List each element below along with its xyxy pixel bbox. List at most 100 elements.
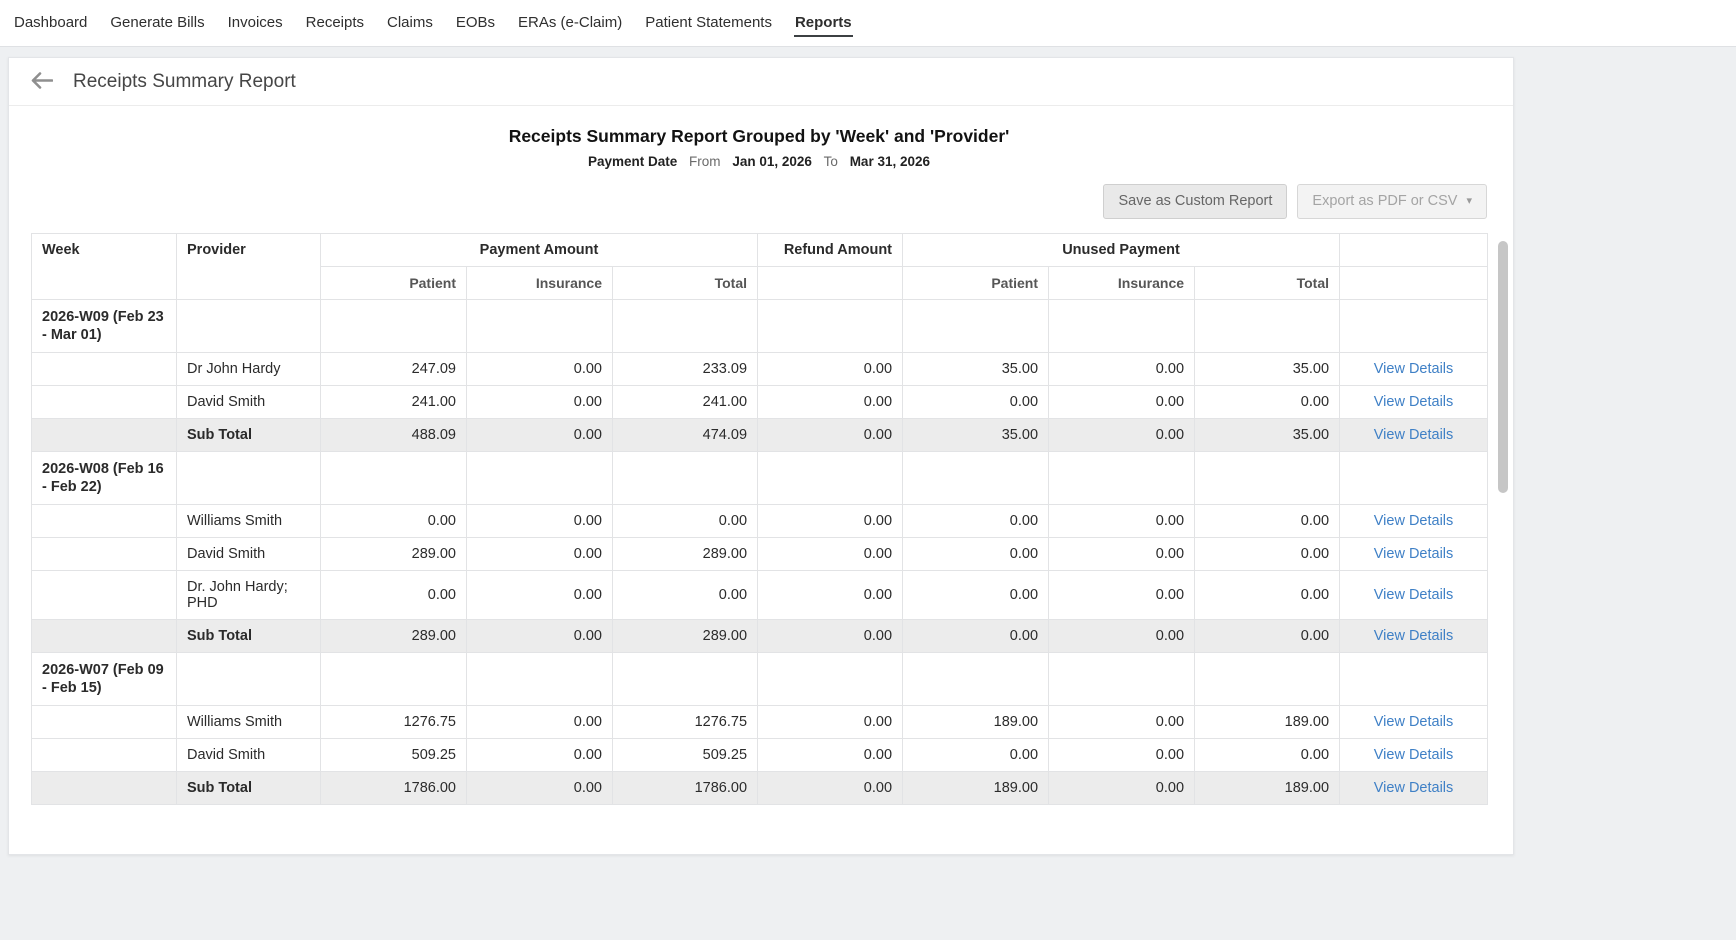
- unused-patient-amount: 35.00: [903, 352, 1049, 385]
- back-button[interactable]: [29, 70, 55, 94]
- payment-insurance-amount: 0.00: [467, 739, 613, 772]
- provider-row: David Smith241.000.00241.000.000.000.000…: [32, 385, 1488, 418]
- nav-item-reports[interactable]: Reports: [794, 9, 853, 37]
- group-empty-cell: [1195, 299, 1340, 352]
- provider-name: David Smith: [177, 739, 321, 772]
- report-body: Receipts Summary Report Grouped by 'Week…: [9, 106, 1489, 805]
- report-card: Receipts Summary Report Receipts Summary…: [8, 57, 1514, 855]
- nav-item-generate-bills[interactable]: Generate Bills: [109, 9, 205, 37]
- view-details-cell: View Details: [1340, 385, 1488, 418]
- week-empty-cell: [32, 772, 177, 805]
- group-empty-cell: [758, 653, 903, 706]
- provider-name: Dr. John Hardy; PHD: [177, 571, 321, 620]
- report-header-bar: Receipts Summary Report: [9, 58, 1513, 106]
- view-details-link[interactable]: View Details: [1374, 546, 1454, 562]
- payment-patient-amount: 247.09: [321, 352, 467, 385]
- payment-total-amount: 289.00: [613, 538, 758, 571]
- caret-down-icon: ▾: [1466, 195, 1472, 208]
- payment-total-amount: 474.09: [613, 418, 758, 451]
- nav-item-dashboard[interactable]: Dashboard: [13, 9, 88, 37]
- group-empty-cell: [321, 299, 467, 352]
- col-subheader-unused-total: Total: [1195, 266, 1340, 299]
- view-details-link[interactable]: View Details: [1374, 747, 1454, 763]
- col-header-week: Week: [32, 233, 177, 299]
- unused-patient-amount: 189.00: [903, 706, 1049, 739]
- col-subheader-actions-empty: [1340, 266, 1488, 299]
- nav-item-patient-statements[interactable]: Patient Statements: [644, 9, 773, 37]
- group-empty-cell: [1340, 653, 1488, 706]
- payment-total-amount: 1786.00: [613, 772, 758, 805]
- view-details-cell: View Details: [1340, 706, 1488, 739]
- provider-name: Williams Smith: [177, 706, 321, 739]
- refund-amount: 0.00: [758, 739, 903, 772]
- group-empty-cell: [1049, 653, 1195, 706]
- group-empty-cell: [1049, 299, 1195, 352]
- view-details-cell: View Details: [1340, 772, 1488, 805]
- save-as-custom-report-button[interactable]: Save as Custom Report: [1103, 184, 1287, 219]
- group-empty-cell: [177, 451, 321, 504]
- week-group-label: 2026-W08 (Feb 16 - Feb 22): [32, 451, 177, 504]
- payment-insurance-amount: 0.00: [467, 571, 613, 620]
- payment-patient-amount: 488.09: [321, 418, 467, 451]
- vertical-scrollbar-thumb[interactable]: [1498, 241, 1508, 493]
- col-header-unused-payment: Unused Payment: [903, 233, 1340, 266]
- view-details-cell: View Details: [1340, 418, 1488, 451]
- view-details-link[interactable]: View Details: [1374, 587, 1454, 603]
- provider-row: Dr John Hardy247.090.00233.090.0035.000.…: [32, 352, 1488, 385]
- subtotal-label: Sub Total: [177, 620, 321, 653]
- view-details-link[interactable]: View Details: [1374, 513, 1454, 529]
- provider-row: David Smith289.000.00289.000.000.000.000…: [32, 538, 1488, 571]
- view-details-link[interactable]: View Details: [1374, 628, 1454, 644]
- payment-insurance-amount: 0.00: [467, 706, 613, 739]
- nav-item-receipts[interactable]: Receipts: [305, 9, 365, 37]
- provider-name: Dr John Hardy: [177, 352, 321, 385]
- unused-insurance-amount: 0.00: [1049, 418, 1195, 451]
- view-details-link[interactable]: View Details: [1374, 714, 1454, 730]
- view-details-cell: View Details: [1340, 505, 1488, 538]
- nav-item-eobs[interactable]: EOBs: [455, 9, 496, 37]
- col-header-actions: [1340, 233, 1488, 266]
- unused-patient-amount: 189.00: [903, 772, 1049, 805]
- col-subheader-payment-patient: Patient: [321, 266, 467, 299]
- group-empty-cell: [613, 653, 758, 706]
- unused-total-amount: 189.00: [1195, 706, 1340, 739]
- provider-name: David Smith: [177, 538, 321, 571]
- from-date-value: Jan 01, 2026: [732, 154, 812, 169]
- provider-row: Williams Smith1276.750.001276.750.00189.…: [32, 706, 1488, 739]
- unused-patient-amount: 35.00: [903, 418, 1049, 451]
- refund-amount: 0.00: [758, 352, 903, 385]
- payment-total-amount: 0.00: [613, 505, 758, 538]
- view-details-link[interactable]: View Details: [1374, 394, 1454, 410]
- unused-insurance-amount: 0.00: [1049, 352, 1195, 385]
- report-title: Receipts Summary Report Grouped by 'Week…: [31, 126, 1487, 147]
- group-empty-cell: [903, 653, 1049, 706]
- payment-patient-amount: 241.00: [321, 385, 467, 418]
- report-date-filter: Payment Date From Jan 01, 2026 To Mar 31…: [31, 154, 1487, 169]
- view-details-link[interactable]: View Details: [1374, 361, 1454, 377]
- view-details-link[interactable]: View Details: [1374, 780, 1454, 796]
- unused-total-amount: 0.00: [1195, 505, 1340, 538]
- view-details-link[interactable]: View Details: [1374, 427, 1454, 443]
- export-pdf-csv-button[interactable]: Export as PDF or CSV ▾: [1297, 184, 1487, 219]
- unused-insurance-amount: 0.00: [1049, 620, 1195, 653]
- group-empty-cell: [613, 451, 758, 504]
- group-empty-cell: [467, 451, 613, 504]
- nav-item-invoices[interactable]: Invoices: [227, 9, 284, 37]
- payment-insurance-amount: 0.00: [467, 505, 613, 538]
- week-empty-cell: [32, 352, 177, 385]
- provider-name: David Smith: [177, 385, 321, 418]
- refund-amount: 0.00: [758, 418, 903, 451]
- week-group-row: 2026-W07 (Feb 09 - Feb 15): [32, 653, 1488, 706]
- unused-total-amount: 0.00: [1195, 571, 1340, 620]
- nav-item-eras-e-claim[interactable]: ERAs (e-Claim): [517, 9, 623, 37]
- payment-insurance-amount: 0.00: [467, 538, 613, 571]
- subtotal-row: Sub Total488.090.00474.090.0035.000.0035…: [32, 418, 1488, 451]
- payment-patient-amount: 289.00: [321, 620, 467, 653]
- col-header-provider: Provider: [177, 233, 321, 299]
- payment-patient-amount: 1786.00: [321, 772, 467, 805]
- unused-patient-amount: 0.00: [903, 505, 1049, 538]
- payment-total-amount: 289.00: [613, 620, 758, 653]
- week-empty-cell: [32, 620, 177, 653]
- nav-item-claims[interactable]: Claims: [386, 9, 434, 37]
- unused-patient-amount: 0.00: [903, 620, 1049, 653]
